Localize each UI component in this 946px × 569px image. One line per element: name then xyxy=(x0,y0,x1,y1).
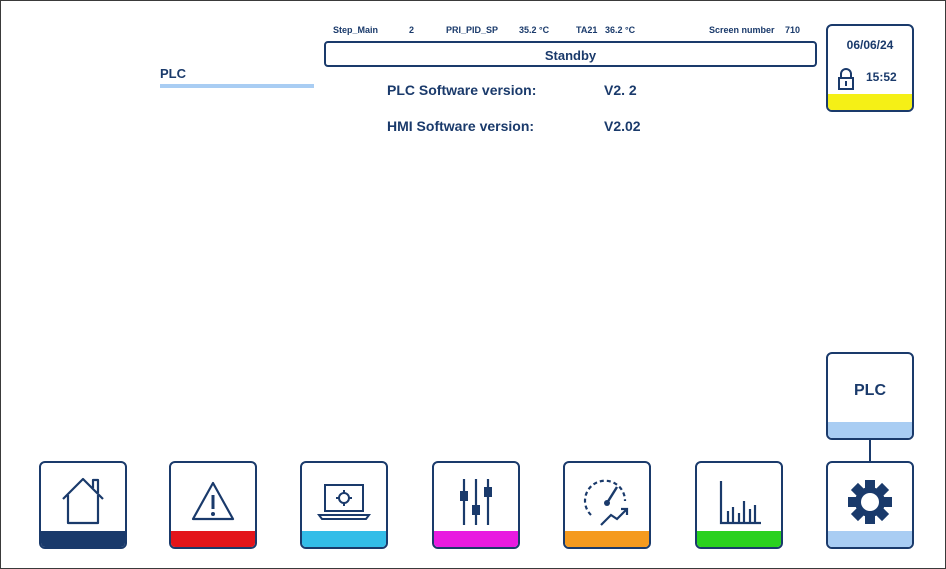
menu-connector xyxy=(869,440,871,461)
home-button[interactable] xyxy=(39,461,127,549)
plc-button[interactable]: PLC xyxy=(826,352,914,440)
alarms-accent-bar xyxy=(171,531,255,547)
ta21-value: 36.2 °C xyxy=(605,25,636,35)
step-main-value: 2 xyxy=(409,25,415,35)
sliders-icon xyxy=(460,479,492,525)
settings-accent-bar xyxy=(434,531,518,547)
configuration-button[interactable] xyxy=(826,461,914,549)
screen-number-value: 710 xyxy=(785,25,801,35)
lock-icon xyxy=(838,68,854,90)
clock-login-button[interactable]: 06/06/24 15:52 xyxy=(826,24,914,112)
warning-icon xyxy=(191,481,235,521)
ta21-label: TA21 xyxy=(576,25,598,35)
time-display: 15:52 xyxy=(866,70,897,84)
screen-number-label: Screen number xyxy=(709,25,775,35)
trends-accent-bar xyxy=(697,531,781,547)
settings-button[interactable] xyxy=(432,461,520,549)
gear-icon xyxy=(848,480,892,524)
home-accent-bar xyxy=(41,531,125,547)
machine-state-display: Standby xyxy=(324,41,817,67)
performance-button[interactable] xyxy=(563,461,651,549)
hmi-version-label: HMI Software version: xyxy=(387,118,535,134)
date-display: 06/06/24 xyxy=(846,38,894,52)
alarms-button[interactable] xyxy=(169,461,257,549)
gauge-trend-icon xyxy=(583,479,629,526)
configuration-accent-bar xyxy=(828,531,912,547)
pri-pid-sp-label: PRI_PID_SP xyxy=(446,25,499,35)
laptop-settings-icon xyxy=(317,484,371,520)
clock-accent-bar xyxy=(828,94,912,110)
hmi-version-value: V2.02 xyxy=(604,118,641,134)
plc-button-label: PLC xyxy=(854,382,886,399)
step-main-label: Step_Main xyxy=(333,25,379,35)
plc-button-accent-bar xyxy=(828,422,912,438)
performance-accent-bar xyxy=(565,531,649,547)
home-icon xyxy=(62,477,104,525)
page-title-underline xyxy=(160,84,314,88)
system-accent-bar xyxy=(302,531,386,547)
plc-version-label: PLC Software version: xyxy=(387,82,537,98)
bar-chart-icon xyxy=(719,481,761,525)
trends-button[interactable] xyxy=(695,461,783,549)
system-button[interactable] xyxy=(300,461,388,549)
pri-pid-sp-value: 35.2 °C xyxy=(519,25,550,35)
page-title: PLC xyxy=(160,66,186,81)
plc-version-value: V2. 2 xyxy=(604,82,637,98)
